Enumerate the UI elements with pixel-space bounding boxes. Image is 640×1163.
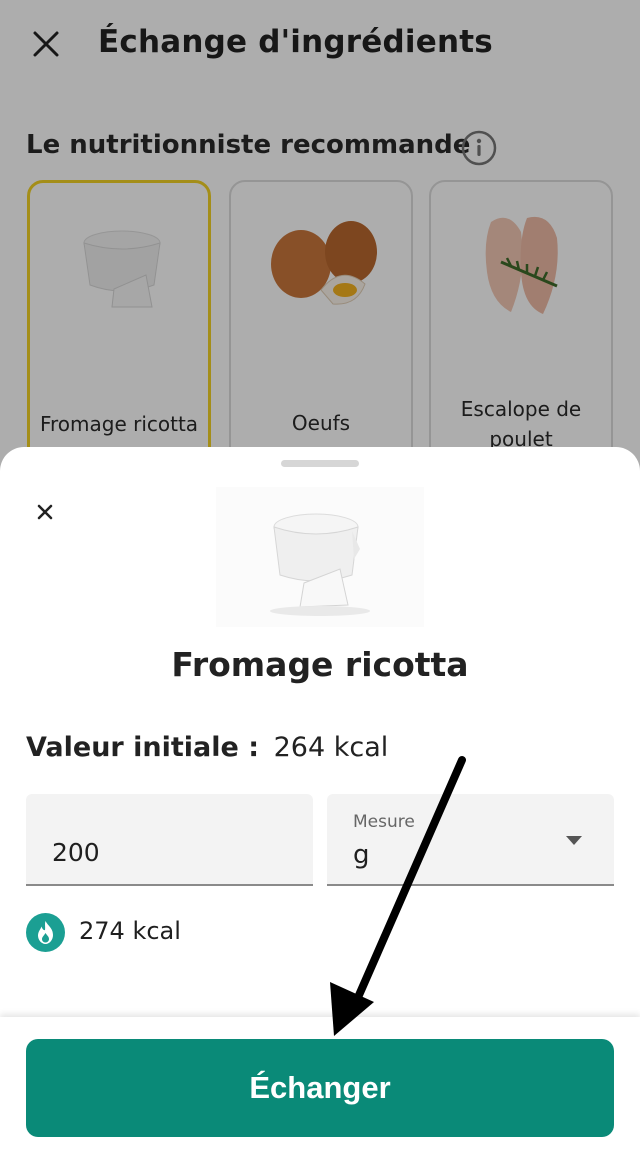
measure-value: g — [353, 840, 370, 870]
close-icon[interactable] — [28, 495, 62, 529]
swap-button[interactable]: Échanger — [26, 1039, 614, 1137]
sheet-footer: Échanger — [0, 1017, 640, 1163]
ricotta-image — [216, 487, 424, 627]
initial-value-row: Valeur initiale : 264 kcal — [26, 732, 388, 763]
measure-select[interactable]: Mesure g — [327, 794, 614, 886]
drag-handle[interactable] — [281, 460, 359, 467]
initial-value-label: Valeur initiale : — [26, 732, 260, 763]
food-name: Fromage ricotta — [171, 645, 469, 684]
ingredient-bottom-sheet: Fromage ricotta Valeur initiale : 264 kc… — [0, 447, 640, 1163]
quantity-value[interactable]: 200 — [52, 838, 100, 867]
flame-icon — [26, 913, 65, 952]
computed-kcal: 274 kcal — [79, 917, 181, 945]
chevron-down-icon[interactable] — [566, 836, 582, 845]
initial-value: 264 kcal — [273, 732, 389, 763]
measure-label: Mesure — [353, 812, 415, 832]
quantity-field[interactable]: 200 — [26, 794, 313, 886]
